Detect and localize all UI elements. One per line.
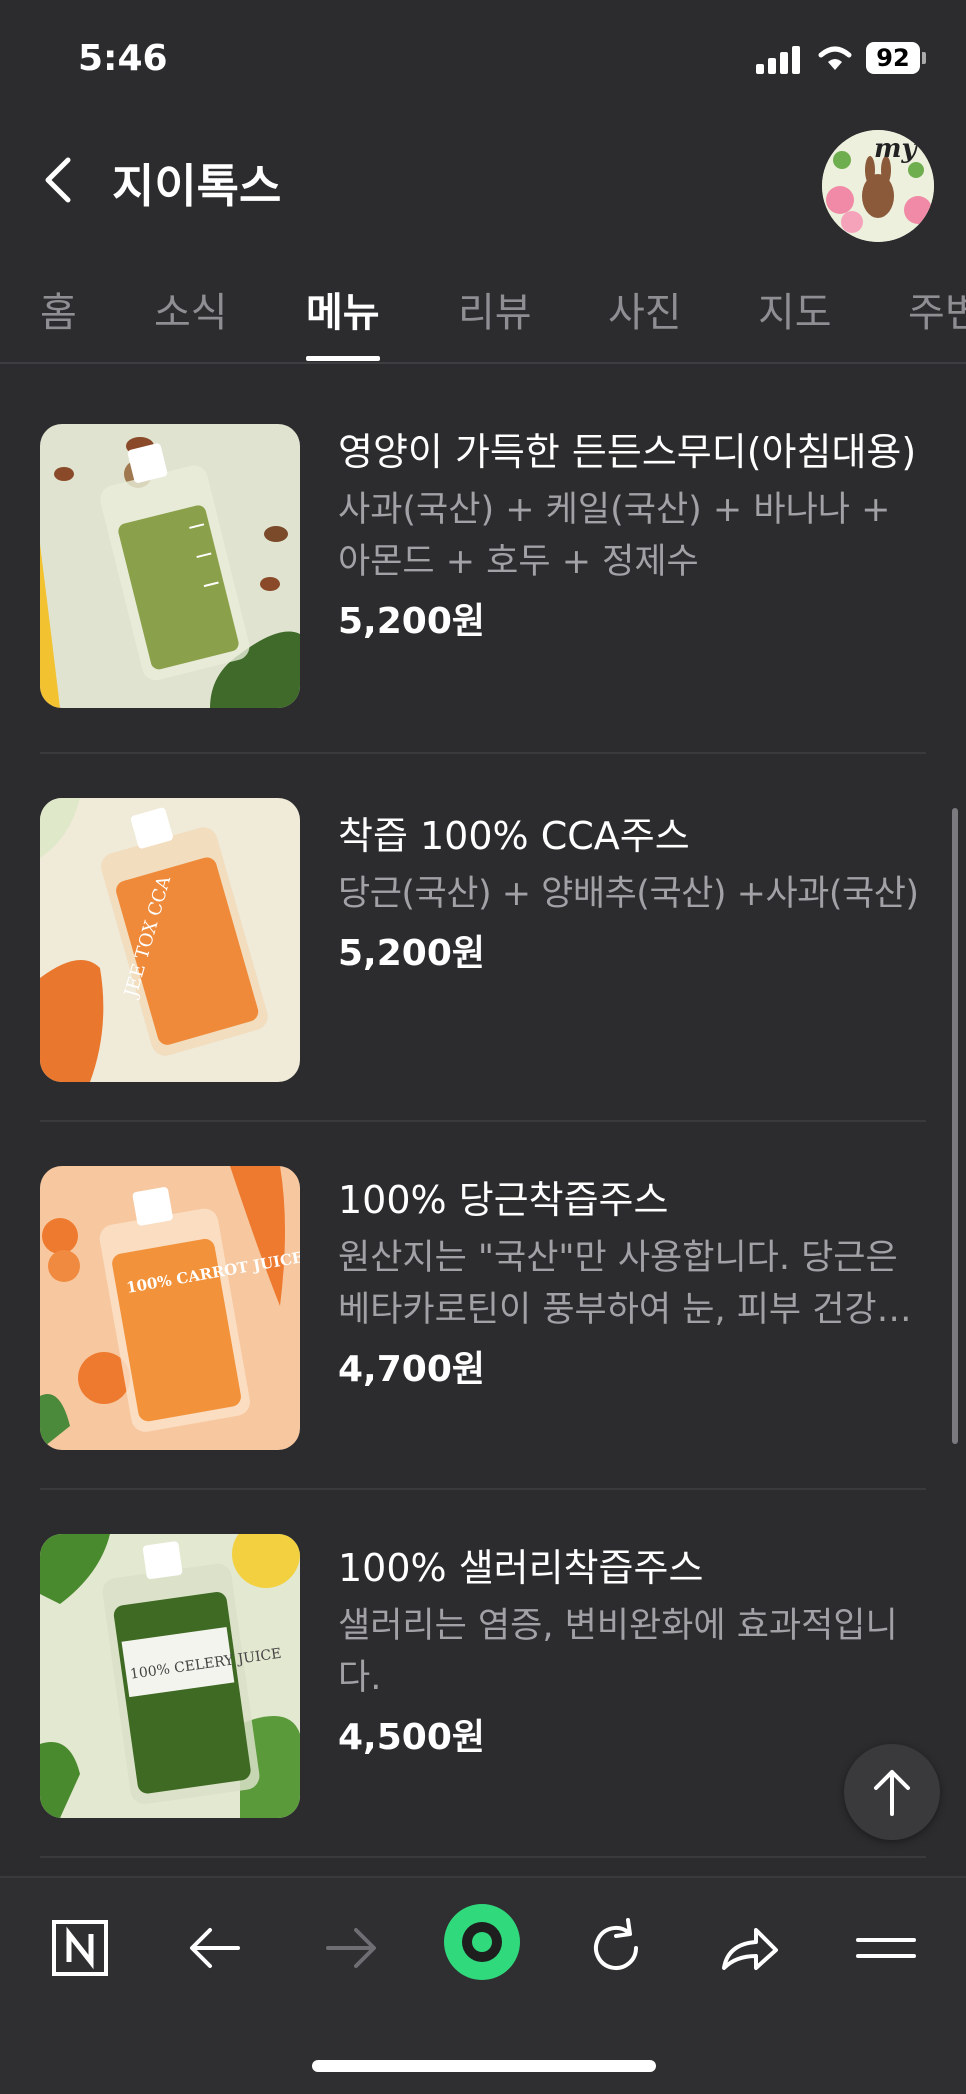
menu-item[interactable]: 100% CELERY JUICE 100% 샐러리착즙주스 샐러리는 염증, …	[0, 1490, 966, 1858]
refresh-icon[interactable]	[576, 1908, 656, 1988]
menu-item-price: 4,500원	[338, 1717, 485, 1758]
page-title: 지이톡스	[112, 159, 282, 213]
green-smoothie-icon	[40, 424, 300, 708]
menu-item-info: 착즙 100% CCA주스 당근(국산) + 양배추(국산) +사과(국산) 5…	[338, 808, 928, 982]
battery-tip	[922, 52, 926, 64]
back-arrow-icon[interactable]	[176, 1908, 256, 1988]
menu-item-info: 영양이 가득한 든든스무디(아침대용) 사과(국산) + 케일(국산) + 바나…	[338, 424, 928, 650]
green-dot-icon[interactable]	[442, 1902, 522, 1982]
status-bar: 5:46 92	[0, 0, 966, 120]
app-header: 지이톡스 my	[0, 120, 966, 242]
arrow-up-icon	[874, 1770, 910, 1816]
back-chevron-icon[interactable]	[36, 150, 86, 210]
menu-item[interactable]: 영양이 가득한 든든스무디(아침대용) 사과(국산) + 케일(국산) + 바나…	[0, 380, 966, 748]
menu-icon[interactable]	[846, 1908, 926, 1988]
menu-item-price: 5,200원	[338, 933, 485, 974]
status-time: 5:46	[78, 38, 168, 79]
tab-bar: 홈 소식 메뉴 리뷰 사진 지도 주변	[0, 262, 966, 364]
menu-item-image: 100% CARROT JUICE	[40, 1166, 300, 1450]
carrot-juice-icon: 100% CARROT JUICE	[40, 1166, 300, 1450]
menu-item-name: 착즙 100% CCA주스	[338, 814, 690, 858]
tab-menu[interactable]: 메뉴	[306, 280, 380, 338]
avatar-text: my	[874, 134, 917, 164]
menu-item[interactable]: 100% CARROT JUICE 100% 당근착즙주스 원산지는 "국산"만…	[0, 1122, 966, 1490]
menu-item-name: 100% 샐러리착즙주스	[338, 1546, 704, 1590]
menu-item-description: 샐러리는 염증, 변비완화에 효과적입니다.	[338, 1606, 898, 1698]
battery-icon: 92	[866, 42, 920, 74]
menu-item-price: 5,200원	[338, 601, 485, 642]
home-indicator	[312, 2060, 656, 2072]
menu-item-name: 영양이 가득한 든든스무디(아침대용)	[338, 430, 917, 474]
tab-map[interactable]: 지도	[758, 280, 832, 338]
active-tab-indicator	[306, 356, 380, 361]
menu-item-description: 사과(국산) + 케일(국산) + 바나나 + 아몬드 + 호두 + 정제수	[338, 490, 891, 582]
menu-item-image: 100% CELERY JUICE	[40, 1534, 300, 1818]
celery-juice-icon: 100% CELERY JUICE	[40, 1534, 300, 1818]
tab-photo[interactable]: 사진	[608, 280, 682, 338]
menu-item-description: 당근(국산) + 양배추(국산) +사과(국산)	[338, 874, 919, 914]
menu-item-image	[40, 424, 300, 708]
scrollbar[interactable]	[952, 808, 958, 1444]
tab-review[interactable]: 리뷰	[458, 280, 532, 338]
divider	[40, 1856, 926, 1858]
menu-item-description: 원산지는 "국산"만 사용합니다. 당근은 베타카로틴이 풍부하여 눈, 피부 …	[338, 1238, 909, 1330]
menu-item-info: 100% 샐러리착즙주스 샐러리는 염증, 변비완화에 효과적입니다. 4,50…	[338, 1540, 928, 1766]
menu-item-name: 100% 당근착즙주스	[338, 1178, 669, 1222]
profile-avatar[interactable]: my	[822, 130, 934, 242]
naver-n-icon[interactable]	[40, 1908, 120, 1988]
orange-juice-icon: JEE TOX CCA	[40, 798, 300, 1082]
forward-arrow-icon[interactable]	[310, 1908, 390, 1988]
scroll-to-top-button[interactable]	[844, 1744, 940, 1840]
menu-item-info: 100% 당근착즙주스 원산지는 "국산"만 사용합니다. 당근은 베타카로틴이…	[338, 1172, 928, 1398]
menu-item[interactable]: JEE TOX CCA 착즙 100% CCA주스 당근(국산) + 양배추(국…	[0, 754, 966, 1122]
cell-signal-icon	[756, 46, 802, 74]
tab-news[interactable]: 소식	[154, 280, 228, 338]
tab-home[interactable]: 홈	[40, 280, 77, 338]
share-icon[interactable]	[710, 1908, 790, 1988]
tab-nearby[interactable]: 주변	[908, 280, 966, 338]
menu-item-image: JEE TOX CCA	[40, 798, 300, 1082]
menu-item-price: 4,700원	[338, 1349, 485, 1390]
wifi-icon	[818, 46, 852, 70]
